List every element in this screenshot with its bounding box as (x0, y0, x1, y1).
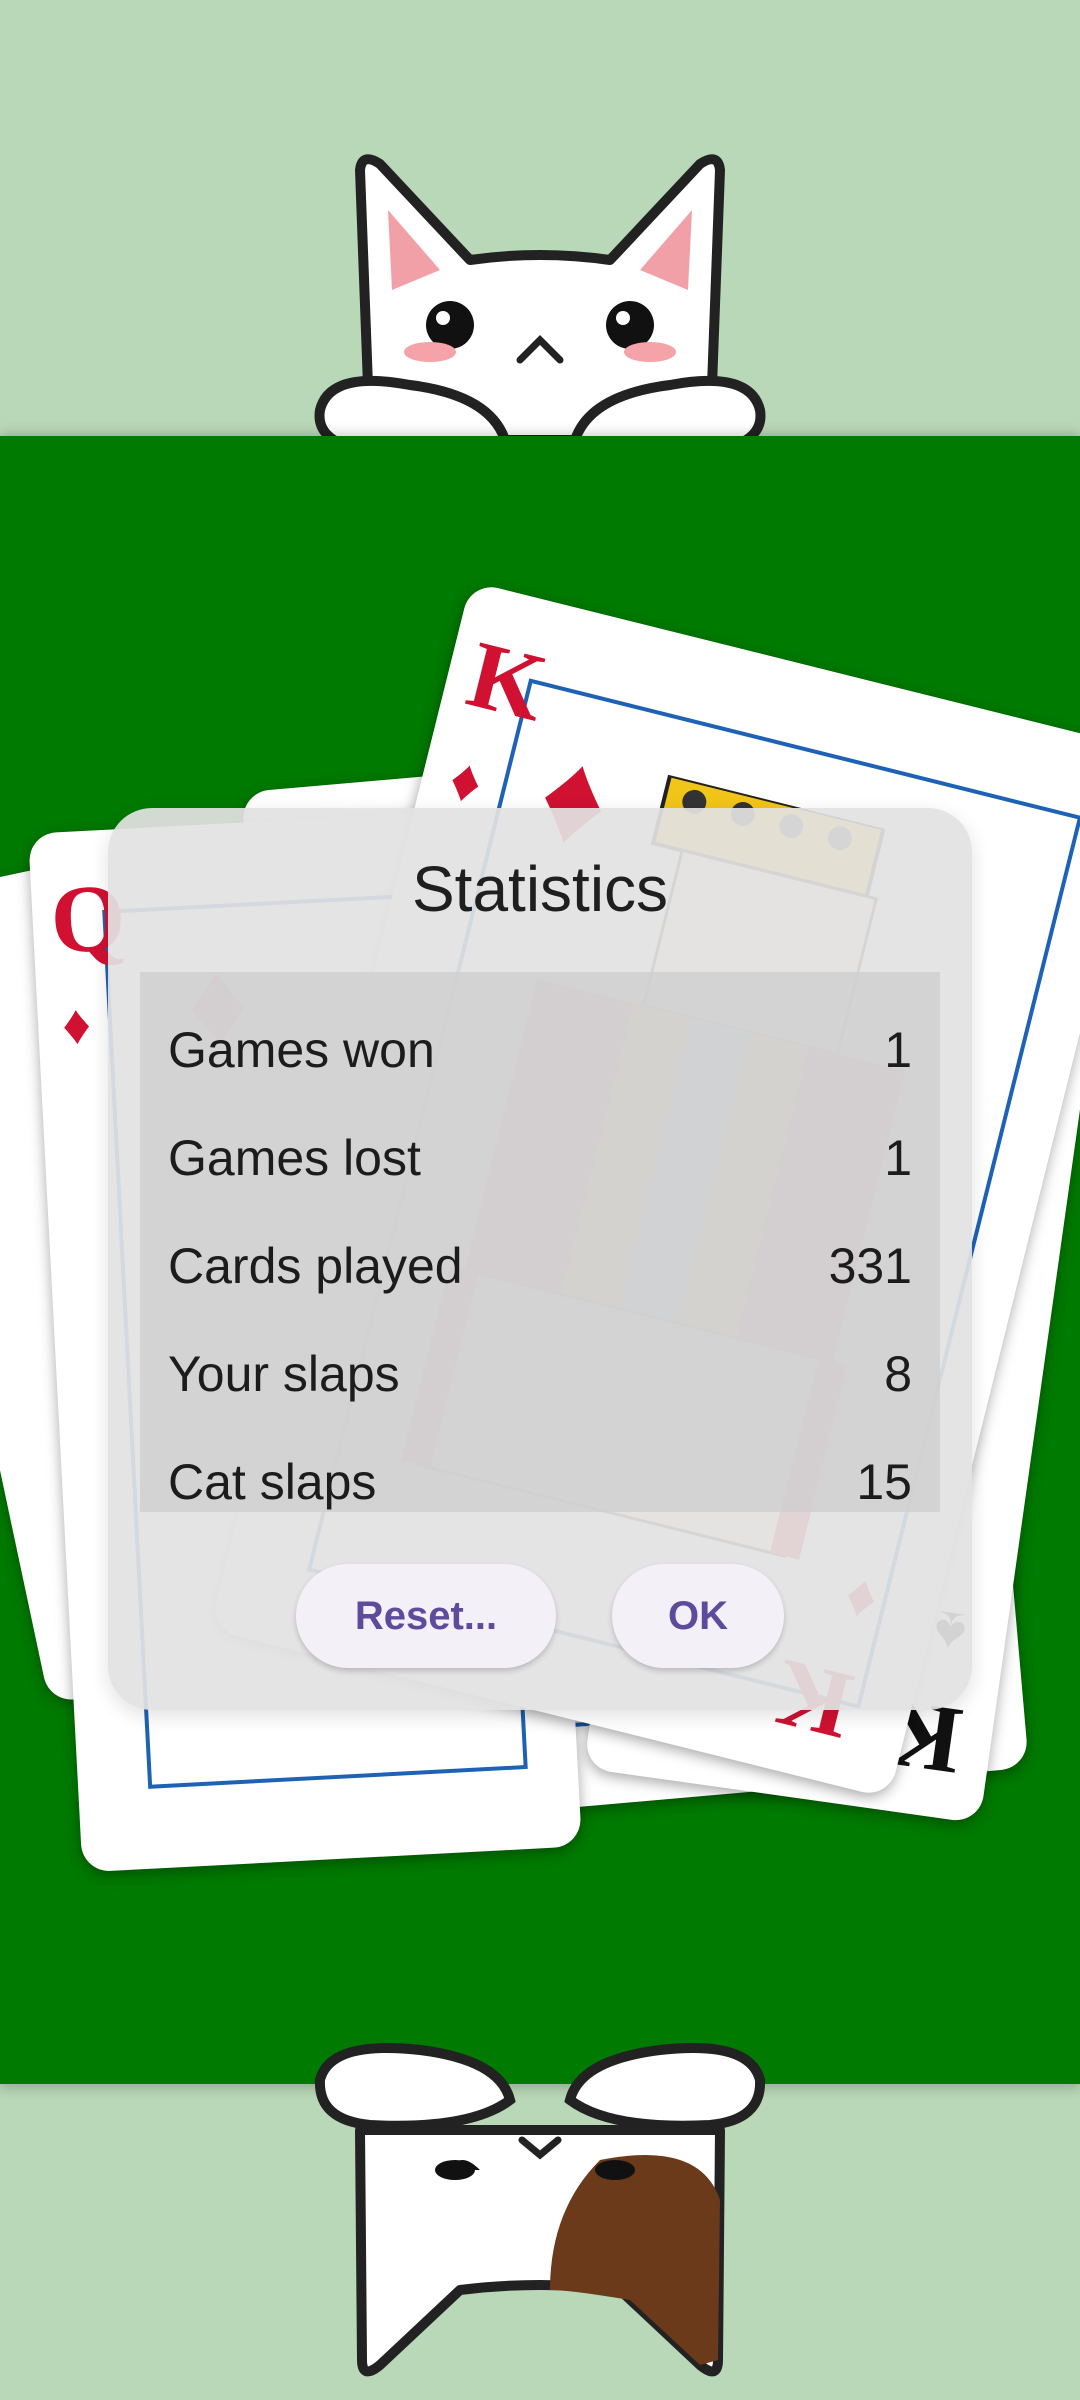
stat-row-cards-played: Cards played 331 (168, 1216, 912, 1316)
diamond-icon: ♦ (60, 991, 93, 1057)
stats-list: Games won 1 Games lost 1 Cards played 33… (140, 972, 940, 1512)
stat-label: Games won (168, 1022, 435, 1078)
stat-label: Games lost (168, 1130, 421, 1186)
stat-label: Your slaps (168, 1346, 400, 1402)
stat-value: 1 (884, 1130, 912, 1186)
stat-row-games-won: Games won 1 (168, 1000, 912, 1100)
stat-value: 8 (884, 1346, 912, 1402)
stat-row-games-lost: Games lost 1 (168, 1108, 912, 1208)
diamond-icon: ♦ (443, 744, 489, 817)
statistics-dialog: Statistics Games won 1 Games lost 1 Card… (108, 808, 972, 1710)
stat-value: 331 (828, 1238, 912, 1294)
stat-label: Cards played (168, 1238, 463, 1294)
stat-value: 1 (884, 1022, 912, 1078)
stat-value: 15 (856, 1454, 912, 1510)
opponent-cat-top (314, 154, 766, 459)
reset-button[interactable]: Reset... (296, 1564, 556, 1668)
stat-row-your-slaps: Your slaps 8 (168, 1324, 912, 1424)
ok-button[interactable]: OK (612, 1564, 784, 1668)
stat-label: Cat slaps (168, 1454, 377, 1510)
dialog-title: Statistics (411, 853, 669, 925)
player-cat-bottom (314, 2043, 766, 2377)
stat-row-cat-slaps: Cat slaps 15 (168, 1432, 912, 1532)
